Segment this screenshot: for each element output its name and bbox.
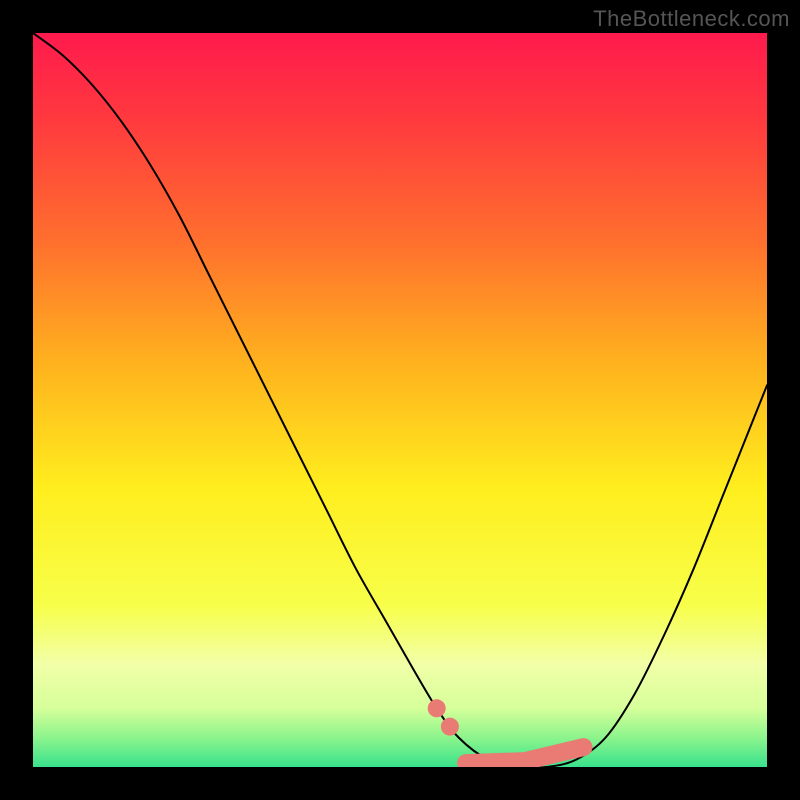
plot-area (33, 33, 767, 767)
gradient-background (33, 33, 767, 767)
watermark-text: TheBottleneck.com (593, 6, 790, 32)
bottleneck-chart (33, 33, 767, 767)
optimal-dot-2 (441, 718, 459, 736)
optimal-dot-1 (428, 699, 446, 717)
chart-frame: TheBottleneck.com (0, 0, 800, 800)
